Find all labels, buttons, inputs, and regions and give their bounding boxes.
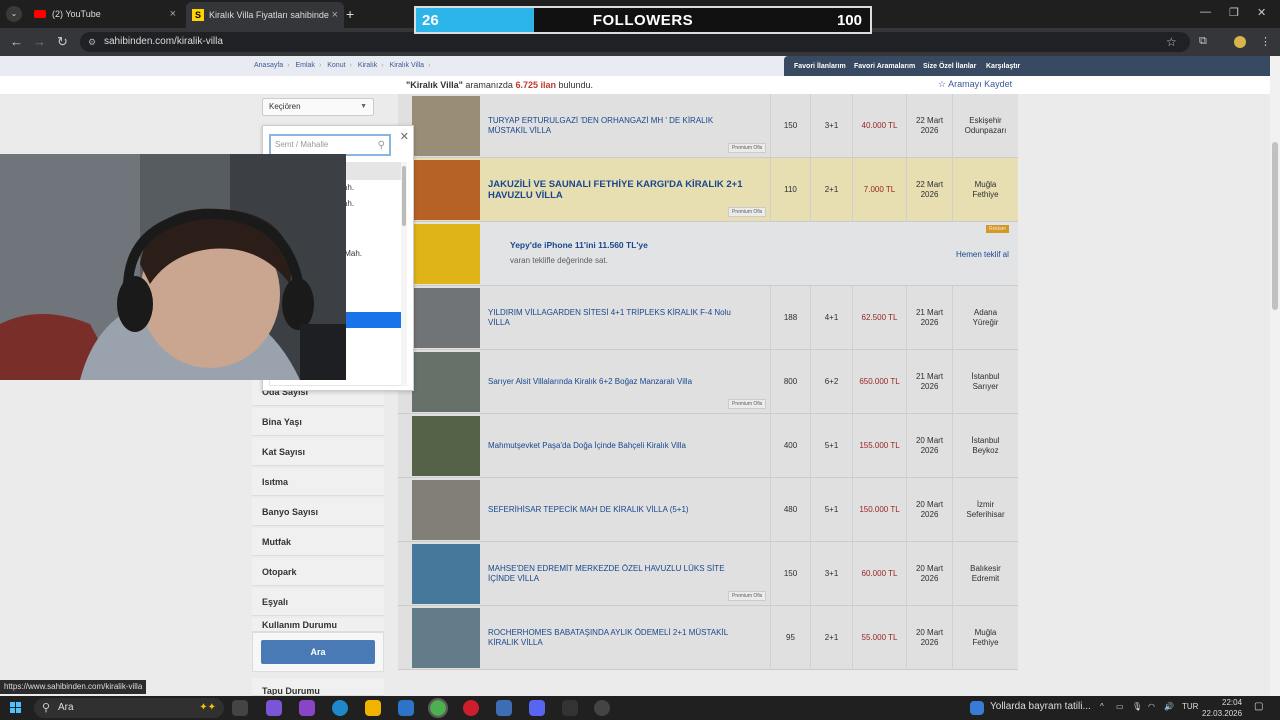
clock[interactable]: 22:04 22.03.2026 xyxy=(1202,697,1242,719)
obs-icon[interactable] xyxy=(594,700,610,716)
profile-avatar[interactable] xyxy=(1234,36,1246,48)
opera-icon[interactable] xyxy=(463,700,479,716)
discord-icon[interactable] xyxy=(529,700,545,716)
nav-compare[interactable]: Karşılaştır xyxy=(986,63,1020,70)
youtube-icon xyxy=(34,10,46,18)
bookmark-star-icon[interactable]: ☆ xyxy=(1166,35,1177,49)
sahibinden-favicon: S xyxy=(192,9,204,21)
search-icon: ⚲ xyxy=(42,702,51,714)
app-icon[interactable] xyxy=(299,700,315,716)
tab-label: (2) YouTube xyxy=(52,9,101,19)
breadcrumb-item[interactable]: Konut xyxy=(327,62,345,69)
filter-kitchen[interactable]: Mutfak xyxy=(252,528,384,556)
new-tab-button[interactable]: + xyxy=(346,6,354,22)
result-count: 6.725 ilan xyxy=(515,80,556,90)
tab-label: Kiralık Villa Fiyatları sahibinden... xyxy=(209,10,329,20)
app-icon[interactable] xyxy=(562,700,578,716)
news-ticker[interactable]: Yollarda bayram tatili... xyxy=(990,701,1091,712)
breadcrumb-item[interactable]: Anasayfa xyxy=(254,62,283,69)
followers-goal-overlay: 26 FOLLOWERS 100 xyxy=(414,6,872,34)
clock-time: 22:04 xyxy=(1222,698,1243,707)
neighborhood-search-input[interactable]: Semt / Mahalle ⚲ xyxy=(269,134,391,156)
copilot-icon[interactable] xyxy=(266,700,282,716)
chevron-down-icon: ▼ xyxy=(360,103,367,110)
followers-label: FOLLOWERS xyxy=(592,12,694,29)
search-button-wrap: Ara xyxy=(252,632,384,672)
language-indicator[interactable]: TUR xyxy=(1182,702,1198,711)
page-scrollbar[interactable] xyxy=(1270,56,1280,696)
district-select[interactable]: Keçiören ▼ xyxy=(262,98,374,116)
url-field[interactable]: ⚙ sahibinden.com/kiralik-villa xyxy=(80,32,1190,52)
close-window-icon[interactable]: ✕ xyxy=(1257,6,1266,19)
search-icon: ⚲ xyxy=(377,140,385,151)
reload-icon[interactable]: ↻ xyxy=(57,34,68,50)
chrome-icon[interactable] xyxy=(428,698,448,718)
windows-start-icon[interactable] xyxy=(10,702,22,714)
clock-date: 22.03.2026 xyxy=(1202,709,1243,718)
sparkle-icon: ✦✦ xyxy=(199,702,216,713)
district-value: Keçiören xyxy=(269,102,301,111)
status-url-tooltip: https://www.sahibinden.com/kiralik-villa xyxy=(0,680,147,694)
breadcrumb-item[interactable]: Emlak xyxy=(295,62,314,69)
menu-icon[interactable]: ⋮ xyxy=(1260,35,1271,48)
task-view-icon[interactable] xyxy=(232,700,248,716)
breadcrumb-item[interactable]: Kiralık Villa xyxy=(390,62,425,69)
wifi-icon[interactable]: ◠ xyxy=(1148,702,1155,711)
filter-furnished[interactable]: Eşyalı xyxy=(252,588,384,616)
top-navigation: Anasayfa › Emlak › Konut › Kiralık › Kiralık… xyxy=(0,56,1270,76)
mail-icon[interactable] xyxy=(398,700,414,716)
url-text: sahibinden.com/kiralik-villa xyxy=(104,36,223,47)
file-explorer-icon[interactable] xyxy=(365,700,381,716)
back-icon[interactable]: ← xyxy=(10,34,23,49)
network-icon[interactable]: ▭ xyxy=(1116,702,1124,711)
nav-personal-listings[interactable]: Size Özel İlanlar xyxy=(923,63,976,70)
webcam-image xyxy=(0,154,346,380)
extensions-icon[interactable]: ⧉ xyxy=(1199,35,1207,48)
filter-parking[interactable]: Otopark xyxy=(252,558,384,586)
nav-favorite-listings[interactable]: Favori İlanlarım xyxy=(794,63,846,70)
tab-search-button[interactable]: ⌄ xyxy=(6,6,22,22)
tray-chevron-icon[interactable]: ^ xyxy=(1100,702,1104,711)
search-button[interactable]: Ara xyxy=(261,640,375,664)
search-info-text: bulundu. xyxy=(555,80,594,90)
filter-deed-status[interactable]: Tapu Durumu xyxy=(252,678,384,696)
microphone-icon[interactable]: 🎙 xyxy=(1132,702,1142,711)
filter-heating[interactable]: Isıtma xyxy=(252,468,384,496)
app-icon[interactable] xyxy=(496,700,512,716)
site-info-icon[interactable]: ⚙ xyxy=(88,32,96,52)
news-icon[interactable] xyxy=(970,701,984,715)
breadcrumb-item[interactable]: Kiralık xyxy=(358,62,377,69)
followers-goal: 100 xyxy=(836,12,862,29)
nav-favorite-searches[interactable]: Favori Aramalarım xyxy=(854,63,915,70)
minimize-icon[interactable]: — xyxy=(1200,6,1211,18)
windows-taskbar: ⚲ Ara ✦✦ Yollarda bayram tatili... ^ ▭ 🎙… xyxy=(0,696,1280,720)
close-tab-icon[interactable]: × xyxy=(170,8,176,20)
edge-icon[interactable] xyxy=(332,700,348,716)
filter-building-age[interactable]: Bina Yaşı xyxy=(252,408,384,436)
taskbar-search-label: Ara xyxy=(58,702,74,713)
user-nav: Favori İlanlarım Favori Aramalarım Size … xyxy=(784,56,1270,76)
close-icon[interactable]: ✕ xyxy=(400,130,409,143)
tab-youtube[interactable]: (2) YouTube × xyxy=(28,4,182,24)
volume-icon[interactable]: 🔊 xyxy=(1164,702,1174,711)
search-query: "Kiralık Villa" xyxy=(406,80,463,90)
filter-bathrooms[interactable]: Banyo Sayısı xyxy=(252,498,384,526)
forward-icon[interactable]: → xyxy=(33,34,46,49)
search-info-text: aramanızda xyxy=(462,80,516,90)
filter-usage-status[interactable]: Kullanım Durumu xyxy=(252,618,384,632)
taskbar-search[interactable]: ⚲ Ara ✦✦ xyxy=(34,698,224,718)
web-page: Anasayfa › Emlak › Konut › Kiralık › Kiralık… xyxy=(0,56,1270,696)
search-result-info: "Kiralık Villa" aramanızda 6.725 ilan bu… xyxy=(406,80,593,90)
webcam-overlay xyxy=(0,154,346,380)
breadcrumb: Anasayfa › Emlak › Konut › Kiralık › Kiralık… xyxy=(254,62,431,69)
notification-icon[interactable]: ▢ xyxy=(1254,701,1263,712)
save-search-label: Aramayı Kaydet xyxy=(948,79,1013,89)
list-scrollbar[interactable] xyxy=(401,162,407,386)
filter-floor-count[interactable]: Kat Sayısı xyxy=(252,438,384,466)
close-tab-icon[interactable]: × xyxy=(332,9,338,21)
neighborhood-search-placeholder: Semt / Mahalle xyxy=(275,140,329,149)
maximize-icon[interactable]: ❐ xyxy=(1229,6,1239,19)
save-search-link[interactable]: ☆ Aramayı Kaydet xyxy=(938,79,1012,90)
tab-sahibinden[interactable]: S Kiralık Villa Fiyatları sahibinden... … xyxy=(186,2,344,28)
